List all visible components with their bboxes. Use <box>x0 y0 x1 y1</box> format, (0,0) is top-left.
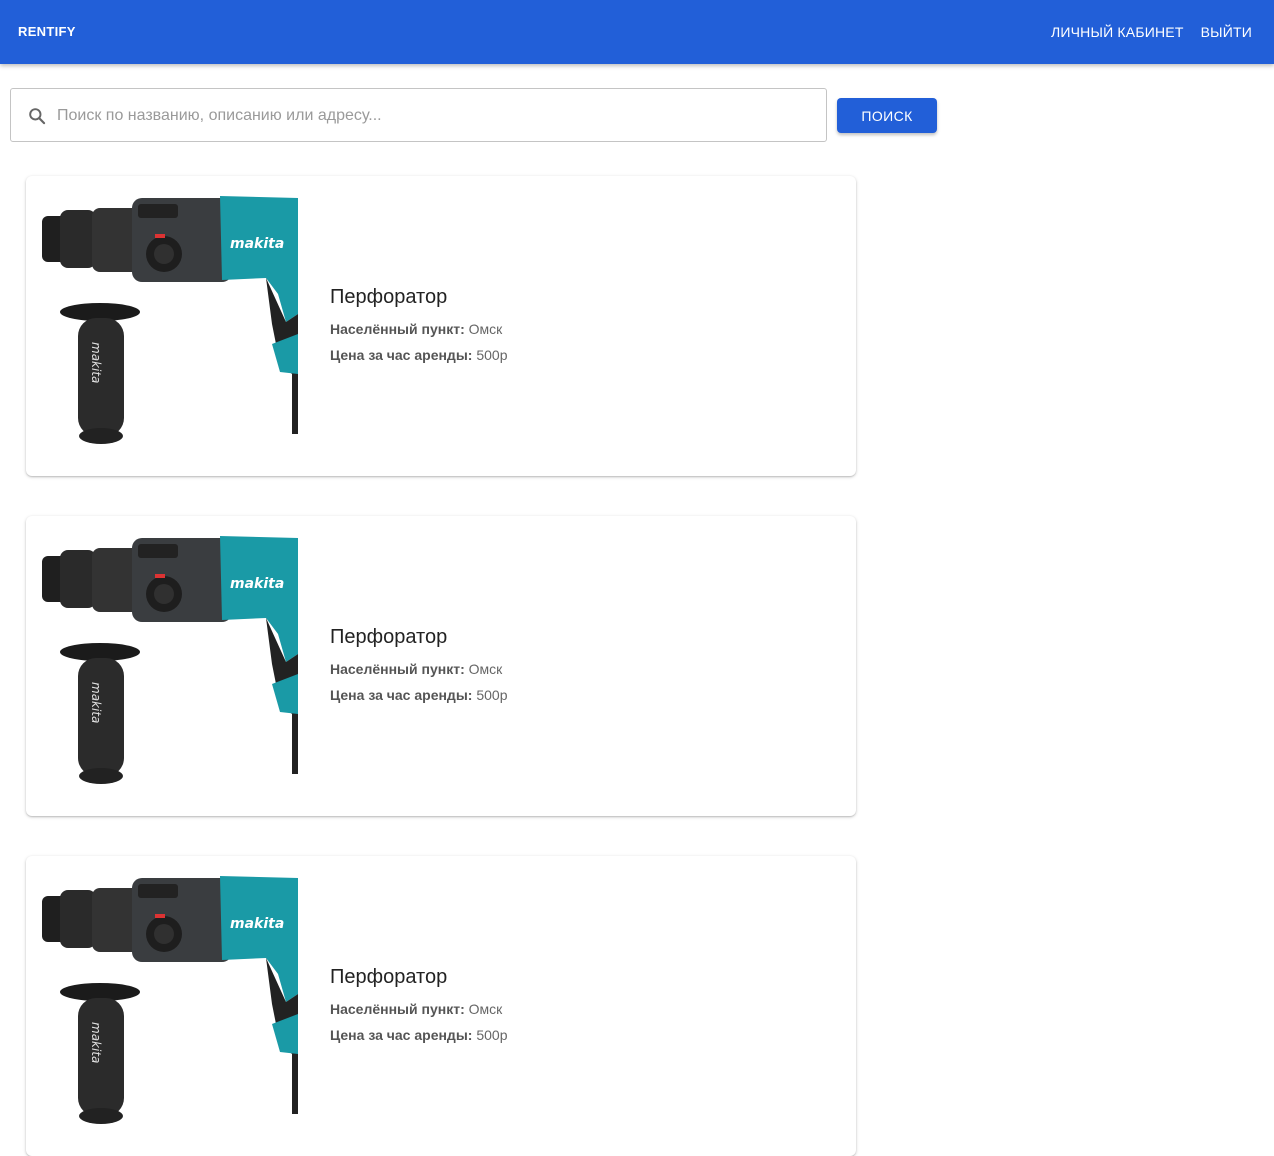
listing-location: Населённый пункт: Омск <box>330 661 508 677</box>
listing-info: Перфоратор Населённый пункт: Омск Цена за … <box>330 626 508 713</box>
price-value: 500р <box>476 1027 508 1043</box>
price-label: Цена за час аренды: <box>330 687 473 703</box>
listing-card[interactable]: makita makita Перфоратор Населённый пункт… <box>26 176 856 476</box>
hammer-drill-image: makita makita <box>42 534 298 796</box>
svg-text:makita: makita <box>230 236 284 252</box>
location-label: Населённый пункт: <box>330 1001 465 1017</box>
price-label: Цена за час аренды: <box>330 347 473 363</box>
listing-price: Цена за час аренды: 500р <box>330 347 508 363</box>
svg-text:makita: makita <box>230 916 284 932</box>
location-value: Омск <box>468 661 503 677</box>
listing-info: Перфоратор Населённый пункт: Омск Цена за … <box>330 286 508 373</box>
nav-account-link[interactable]: ЛИЧНЫЙ КАБИНЕТ <box>1051 24 1184 40</box>
search-input[interactable] <box>55 89 819 143</box>
location-value: Омск <box>468 321 503 337</box>
nav-logout-link[interactable]: ВЫЙТИ <box>1201 24 1252 40</box>
listing-price: Цена за час аренды: 500р <box>330 1027 508 1043</box>
listing-card[interactable]: makita makita Перфоратор Населённый пункт… <box>26 856 856 1156</box>
price-value: 500р <box>476 687 508 703</box>
app-bar: RENTIFY ЛИЧНЫЙ КАБИНЕТ ВЫЙТИ <box>0 0 1274 64</box>
listing-card[interactable]: makita makita Перфоратор Населённый пункт… <box>26 516 856 816</box>
hammer-drill-image: makita makita <box>42 194 298 456</box>
hammer-drill-image: makita makita <box>42 874 298 1136</box>
svg-text:makita: makita <box>89 1022 103 1063</box>
location-label: Населённый пункт: <box>330 321 465 337</box>
search-field[interactable] <box>10 88 827 143</box>
search-button[interactable]: ПОИСК <box>837 98 937 133</box>
svg-text:makita: makita <box>89 342 103 383</box>
location-label: Населённый пункт: <box>330 661 465 677</box>
listing-price: Цена за час аренды: 500р <box>330 687 508 703</box>
listing-title[interactable]: Перфоратор <box>330 626 508 649</box>
listing-info: Перфоратор Населённый пункт: Омск Цена за … <box>330 966 508 1053</box>
location-value: Омск <box>468 1001 503 1017</box>
svg-text:makita: makita <box>89 682 103 723</box>
price-label: Цена за час аренды: <box>330 1027 473 1043</box>
top-nav: ЛИЧНЫЙ КАБИНЕТ ВЫЙТИ <box>1051 24 1252 40</box>
listing-location: Населённый пункт: Омск <box>330 321 508 337</box>
listing-title[interactable]: Перфоратор <box>330 966 508 989</box>
search-icon <box>29 108 46 125</box>
listing-title[interactable]: Перфоратор <box>330 286 508 309</box>
brand-logo[interactable]: RENTIFY <box>18 24 76 39</box>
price-value: 500р <box>476 347 508 363</box>
listing-location: Населённый пункт: Омск <box>330 1001 508 1017</box>
svg-text:makita: makita <box>230 576 284 592</box>
